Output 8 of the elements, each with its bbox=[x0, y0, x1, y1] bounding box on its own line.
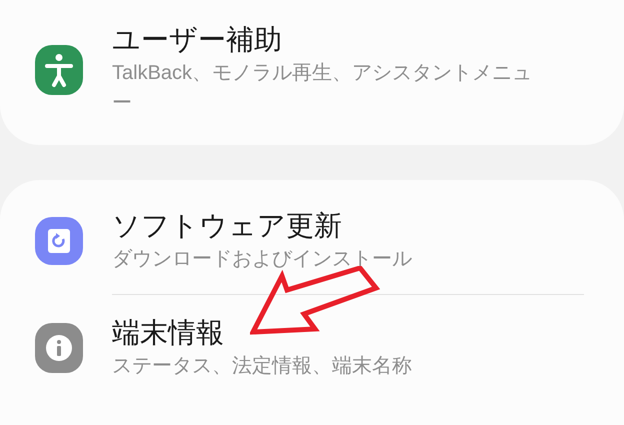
setting-title[interactable]: ユーザー補助 bbox=[112, 22, 534, 58]
setting-subtitle: ステータス、法定情報、端末名称 bbox=[112, 354, 413, 379]
info-icon bbox=[35, 323, 83, 373]
setting-title[interactable]: ソフトウェア更新 bbox=[112, 208, 534, 244]
setting-title[interactable]: 端末情報 bbox=[112, 315, 534, 351]
setting-subtitle: TalkBack、モノラル再生、アシスタントメニュー bbox=[112, 61, 534, 116]
update-icon bbox=[35, 217, 83, 265]
accessibility-icon bbox=[35, 45, 83, 95]
